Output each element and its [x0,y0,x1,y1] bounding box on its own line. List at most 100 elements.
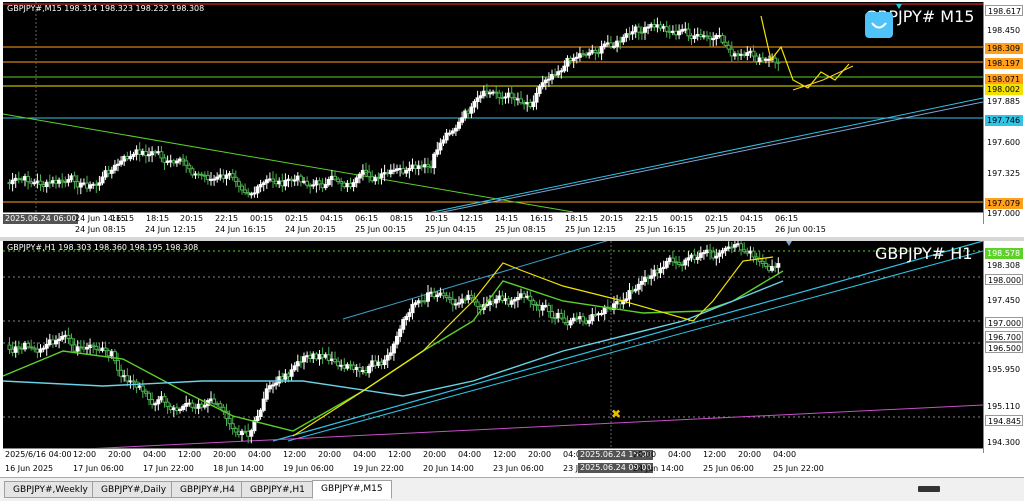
candle-body [388,169,393,175]
candle-body [506,92,511,98]
candle-body [193,406,198,409]
h1-chart-window[interactable]: ✖ GBPJPY#,H1 198.303 198.360 198.195 198… [0,241,1024,477]
tabs-scroll-handle[interactable] [918,486,940,492]
candle-body [568,57,573,62]
candle-body [618,301,623,305]
candle-body [416,300,421,304]
candle-body [655,269,660,274]
candle-body [587,320,592,324]
candle-body [413,302,418,305]
candle-body [478,95,483,99]
candle-body [475,97,480,103]
candle-body [230,173,235,178]
candle-body [463,298,468,301]
candle-body [410,164,415,169]
candle-body [351,364,356,370]
m15-orange-tag: 198.309 [985,43,1023,54]
h1-price-scale[interactable]: 198.578 198.308 198.000 197.450 197.000 … [983,241,1024,453]
m15-time-scale[interactable]: 2025.06.24 06:00 24 Jun 14:15 16:15 18:1… [3,212,983,236]
candle-body [714,255,719,259]
m15-time-label: 16:15 [530,214,554,223]
candle-body [249,193,254,196]
candle-body [205,174,210,181]
candle-body [140,385,145,392]
candle-body [50,339,55,345]
candle-body [147,392,151,401]
h1-plot-area[interactable]: ✖ GBPJPY#,H1 198.303 198.360 198.195 198… [3,241,983,453]
candle-body [382,359,387,366]
m15-price-tick: 197.000 [987,209,1021,218]
candle-body [109,169,114,174]
candle-body [559,312,564,319]
candle-body [339,180,344,184]
candle-body [407,167,412,171]
m15-price-scale[interactable]: 198.450 197.885 197.600 197.325 198.617 … [983,2,1024,224]
candle-body [419,165,424,168]
candle-body [137,385,142,388]
candle-body [401,319,406,330]
candle-body [47,181,52,184]
candle-body [664,260,669,268]
m15-time-label: 20:15 [600,214,624,223]
candle-body [16,346,21,349]
candle-body [156,399,161,405]
candle-body [131,380,136,383]
candle-body [512,97,517,100]
candle-body [515,297,520,301]
candle-body [103,347,108,352]
candle-body [66,334,71,339]
candle-body [720,34,725,43]
tab-h4[interactable]: GBPJPY#,H4 [171,481,244,498]
candle-body [171,160,176,164]
candle-body [78,182,83,188]
candle-body [444,295,449,299]
candle-body [509,300,514,305]
candle-body [624,298,629,301]
m15-time-label: 00:15 [250,214,274,223]
m15-date-label: 24 Jun 20:15 [285,225,336,234]
alert-bell-icon[interactable] [865,12,893,38]
candle-body [81,346,86,350]
candle-body [711,251,716,259]
candle-body [757,57,762,62]
candle-body [509,92,514,99]
h1-time-scale[interactable]: 2025/6/16 04:00 12:00 20:00 04:00 12:00 … [3,448,983,476]
candle-body [723,247,728,252]
candle-body [587,52,592,56]
tab-daily[interactable]: GBPJPY#,Daily [92,481,176,498]
candle-body [388,352,393,356]
candle-body [162,396,167,403]
candle-body [230,423,235,430]
candle-body [432,291,437,298]
candle-body [683,28,688,31]
h1-date-label: 19 Jun 06:00 [283,464,334,473]
candle-body [534,304,539,307]
tab-m15[interactable]: GBPJPY#,M15 [312,480,392,499]
h1-time-label: 20:00 [633,450,657,459]
candle-body [122,375,127,378]
h1-level-tag: 196.700 [985,331,1023,342]
h1-time-label: 20:00 [738,450,762,459]
tab-weekly[interactable]: GBPJPY#,Weekly [4,481,97,498]
candle-body [326,354,331,361]
candle-body [47,339,52,345]
m15-time-label: 12:15 [460,214,484,223]
h1-time-label: 20:00 [528,450,552,459]
candle-body [698,33,703,37]
candle-body [416,165,421,169]
candle-body [215,403,220,406]
candle-body [680,263,685,266]
m15-plot-area[interactable]: GBPJPY#,M15 198.314 198.323 198.232 198.… [3,2,983,224]
candle-body [295,175,300,181]
candle-body [581,53,585,56]
candle-body [199,173,204,176]
candle-body [525,102,530,105]
candle-body [559,70,564,73]
candle-body [593,49,598,54]
candle-body [23,342,27,350]
candle-body [643,27,647,33]
tab-h1[interactable]: GBPJPY#,H1 [241,481,314,498]
candle-body [23,176,27,181]
candle-body [596,313,601,316]
m15-chart-window[interactable]: GBPJPY#,M15 198.314 198.323 198.232 198.… [0,0,1024,237]
